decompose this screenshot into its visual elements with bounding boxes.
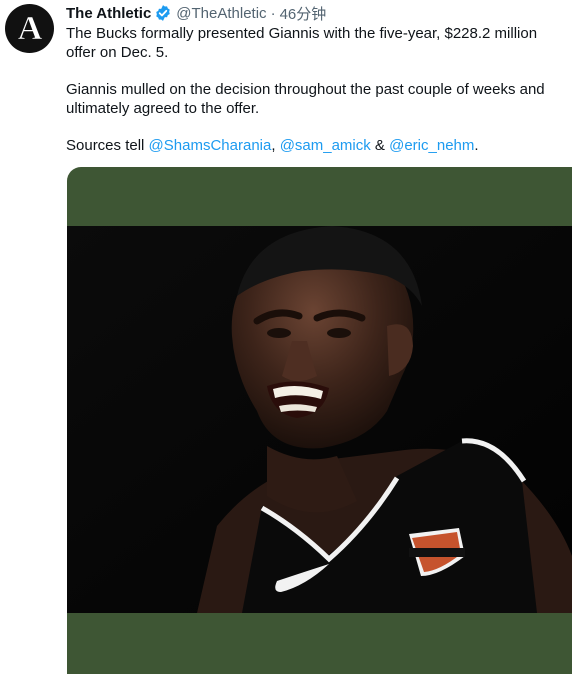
user-handle[interactable]: @TheAthletic [176, 5, 266, 22]
tweet-paragraph-2: Giannis mulled on the decision throughou… [66, 81, 545, 117]
verified-badge-icon [154, 4, 172, 22]
player-photo [67, 226, 572, 613]
tweet-card[interactable]: A The Athletic @TheAthletic · 46分钟 The B… [0, 0, 572, 674]
avatar-logo-letter: A [17, 9, 42, 47]
tweet-header: The Athletic @TheAthletic · 46分钟 [66, 2, 326, 24]
mention-separator-ampersand: & [370, 137, 390, 154]
header-separator: · [270, 4, 276, 22]
mention-separator-comma: , [271, 137, 280, 154]
mention-link-sam-amick[interactable]: @sam_amick [280, 137, 371, 154]
sentence-period: . [474, 137, 479, 154]
tweet-text: The Bucks formally presented Giannis wit… [66, 24, 566, 173]
avatar[interactable]: A [5, 4, 54, 53]
mention-link-shams[interactable]: @ShamsCharania [149, 137, 272, 154]
tweet-paragraph-3: Sources tell @ShamsCharania, @sam_amick … [66, 136, 566, 155]
tweet-paragraph-1: The Bucks formally presented Giannis wit… [66, 25, 538, 61]
tweet-media-image[interactable] [67, 167, 572, 674]
player-photo-illustration [67, 226, 572, 613]
display-name[interactable]: The Athletic [66, 5, 151, 22]
sources-prefix: Sources tell [66, 137, 149, 154]
mention-link-eric-nehm[interactable]: @eric_nehm [389, 137, 474, 154]
tweet-timestamp[interactable]: 46分钟 [280, 3, 327, 24]
